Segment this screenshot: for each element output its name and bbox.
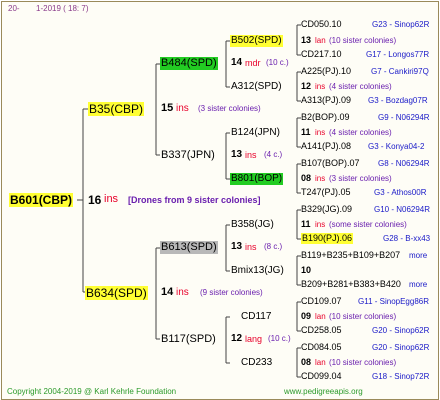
gen2-number: 14 — [231, 57, 243, 68]
gen4-origin: G10 - N06294R — [374, 205, 431, 214]
root-number: 16 — [88, 193, 102, 207]
gen4-queen[interactable]: B209+B281+B383+B420 — [301, 280, 401, 289]
gen3-number: 10 — [301, 265, 312, 275]
gen3-note: (10 sister colonies) — [329, 36, 397, 45]
gen2-number: 13 — [231, 149, 243, 160]
gen4-queen[interactable]: CD109.07 — [301, 297, 342, 306]
gen3-note: (4 sister colonies) — [329, 82, 392, 91]
gen4-queen[interactable]: CD050.10 — [301, 20, 342, 29]
gen2-note: (10 c.) — [266, 58, 289, 67]
gen3-queen[interactable]: CD117 — [240, 311, 272, 323]
gen3-ins: lan — [315, 358, 326, 367]
root-drone-note: [Drones from 9 sister colonies] — [128, 195, 261, 205]
gen3-number: 11 — [301, 127, 311, 137]
gen4-origin: G3 - Bozdag07R — [368, 96, 428, 105]
gen3-ins: ins — [315, 174, 326, 183]
gen2-number: 12 — [231, 333, 243, 344]
gen1-ins: ins — [176, 103, 189, 114]
gen2-ins: mdr — [245, 58, 261, 68]
gen4-queen[interactable]: T247(PJ).05 — [301, 188, 351, 197]
gen3-number: 12 — [301, 81, 312, 91]
gen1-ins: ins — [176, 287, 189, 298]
gen4-origin: more — [409, 280, 428, 289]
gen3-ins: ins — [315, 220, 326, 229]
gen4-origin: G20 - Sinop62R — [372, 343, 430, 352]
gen4-queen[interactable]: A141(PJ).08 — [301, 142, 351, 151]
gen2-note: (8 c.) — [264, 242, 283, 251]
gen4-queen[interactable]: A313(PJ).09 — [301, 96, 351, 105]
gen1-number: 14 — [161, 286, 174, 298]
gen3-note: (10 sister colonies) — [329, 358, 397, 367]
gen4-queen[interactable]: B2(BOP).09 — [301, 113, 350, 122]
pedigree-frame: 20- 1-2019 ( 18: 7) Copyright 2004-2019 … — [1, 1, 439, 400]
gen4-queen[interactable]: CD099.04 — [301, 372, 342, 381]
gen4-origin: more — [409, 251, 428, 260]
gen3-queen[interactable]: CD233 — [240, 357, 273, 369]
gen1-number: 15 — [161, 102, 174, 114]
gen3-queen[interactable]: A312(SPD) — [230, 81, 283, 93]
gen2-queen[interactable]: B117(SPD) — [160, 333, 217, 346]
gen4-origin: G28 - B-xx43 — [383, 234, 431, 243]
gen2-number: 13 — [231, 241, 243, 252]
gen3-queen[interactable]: B358(JG) — [230, 219, 275, 231]
gen1-note: (9 sister colonies) — [200, 288, 263, 297]
gen3-note: (10 sister colonies) — [329, 312, 397, 321]
gen4-origin: G7 - Cankiri97Q — [371, 67, 429, 76]
gen2-queen[interactable]: B484(SPD) — [160, 57, 218, 70]
gen4-origin: G3 - Athos00R — [374, 188, 427, 197]
gen2-queen[interactable]: B613(SPD) — [160, 241, 218, 254]
gen3-note: (4 sister colonies) — [329, 128, 392, 137]
gen3-ins: lan — [315, 36, 326, 45]
gen4-queen[interactable]: B329(JG).09 — [301, 205, 352, 214]
gen3-note: (3 sister colonies) — [329, 174, 392, 183]
gen4-queen[interactable]: CD084.05 — [301, 343, 342, 352]
gen3-ins: ins — [315, 82, 326, 91]
gen1-queen[interactable]: B35(CBP) — [88, 102, 145, 116]
gen3-ins: lan — [315, 312, 326, 321]
gen4-queen[interactable]: CD258.05 — [301, 326, 342, 335]
gen2-ins: ins — [245, 242, 257, 252]
gen4-queen[interactable]: B190(PJ).06 — [301, 233, 354, 244]
gen4-origin: G11 - SinopEgg86R — [358, 297, 430, 306]
gen3-queen[interactable]: Bmix13(JG) — [230, 265, 285, 277]
root-queen[interactable]: B601(CBP) — [9, 193, 74, 207]
gen3-queen[interactable]: B801(BOP) — [230, 173, 284, 185]
gen2-note: (10 c.) — [268, 334, 291, 343]
gen4-origin: G9 - N06294R — [378, 113, 430, 122]
gen4-queen[interactable]: A225(PJ).10 — [301, 67, 351, 76]
gen4-origin: G17 - Longos77R — [366, 50, 430, 59]
gen3-number: 08 — [301, 173, 312, 183]
gen3-number: 13 — [301, 35, 312, 45]
gen2-ins: lang — [245, 334, 263, 344]
gen3-ins: ins — [315, 128, 326, 137]
gen4-origin: G8 - N06294R — [378, 159, 430, 168]
gen4-origin: G23 - Sinop62R — [372, 20, 430, 29]
gen4-queen[interactable]: B119+B235+B109+B207 — [301, 251, 400, 260]
gen3-number: 08 — [301, 357, 312, 367]
gen4-origin: G3 - Konya04-2 — [368, 142, 425, 151]
gen1-queen[interactable]: B634(SPD) — [85, 286, 148, 300]
gen4-origin: G20 - Sinop62R — [372, 326, 430, 335]
gen2-note: (4 c.) — [264, 150, 283, 159]
root-ins: ins — [104, 193, 119, 205]
gen4-queen[interactable]: CD217.10 — [301, 50, 342, 59]
gen2-ins: ins — [245, 150, 257, 160]
gen4-queen[interactable]: B107(BOP).07 — [301, 159, 360, 168]
gen1-note: (3 sister colonies) — [198, 104, 261, 113]
gen3-number: 09 — [301, 311, 312, 321]
gen3-queen[interactable]: B124(JPN) — [230, 127, 281, 139]
gen3-number: 11 — [301, 219, 311, 229]
gen3-note: (some sister colonies) — [329, 220, 407, 229]
gen2-queen[interactable]: B337(JPN) — [160, 149, 216, 162]
gen4-origin: G18 - Sinop72R — [372, 372, 430, 381]
gen3-queen[interactable]: B502(SPD) — [230, 35, 283, 47]
